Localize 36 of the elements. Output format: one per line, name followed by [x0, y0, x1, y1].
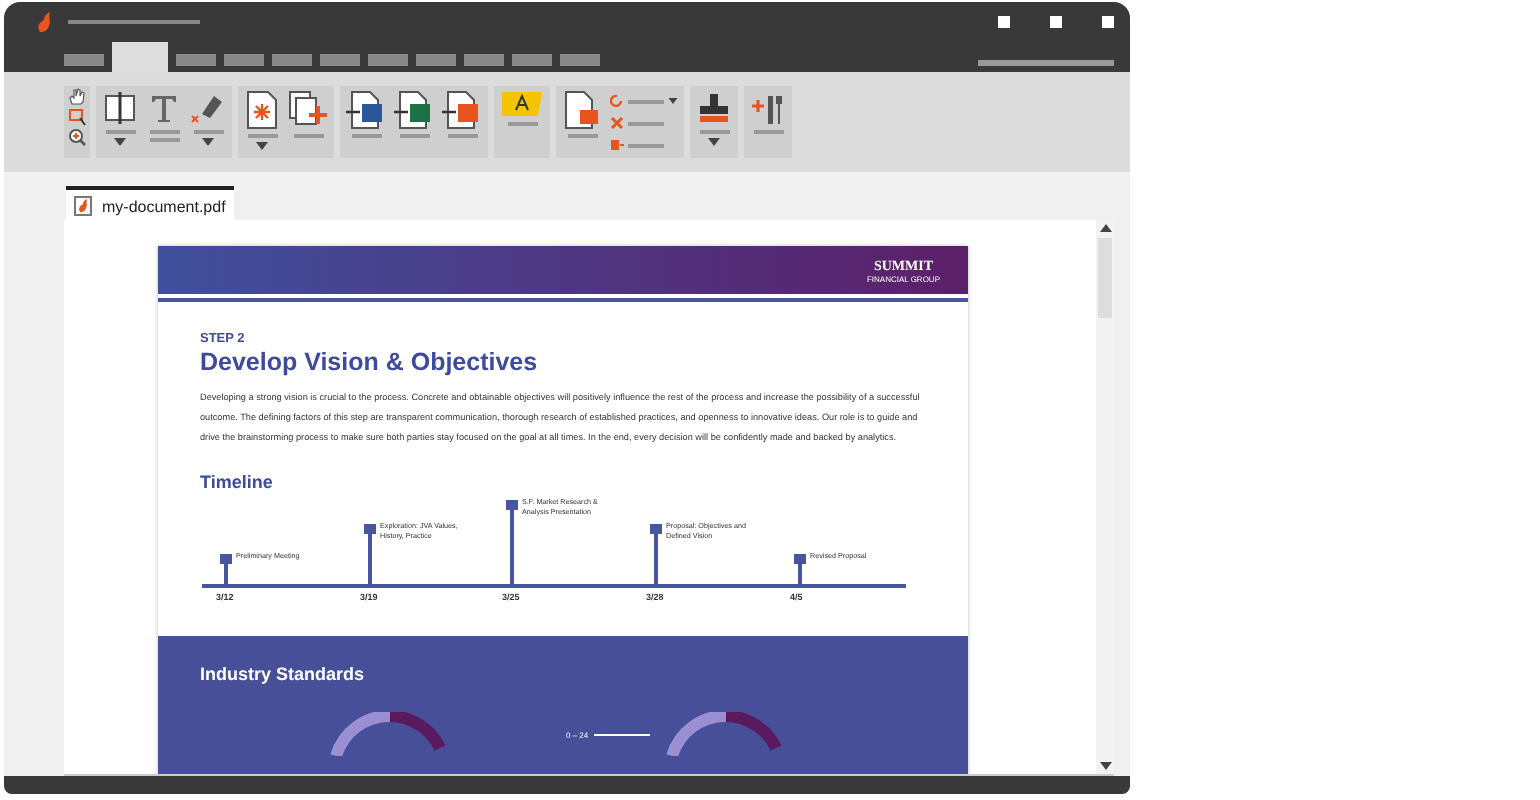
timeline-marker [798, 554, 802, 584]
legend-line [594, 733, 651, 735]
export-document-icon[interactable] [562, 90, 602, 130]
page-heading: Develop Vision & Objectives [200, 348, 540, 376]
caret-icon[interactable] [708, 138, 720, 146]
zoom-icon[interactable] [68, 128, 86, 146]
highlight-icon[interactable] [500, 90, 544, 118]
pdf-file-icon [74, 196, 92, 216]
to-powerpoint-icon[interactable] [442, 90, 482, 130]
timeline-marker [368, 524, 372, 584]
scroll-thumb[interactable] [1098, 238, 1112, 318]
timeline-marker [510, 500, 514, 584]
caret-icon[interactable] [114, 138, 126, 146]
search-placeholder-bar [978, 60, 1114, 66]
document-tab[interactable]: my-document.pdf [66, 186, 234, 220]
tools-icon[interactable] [750, 90, 786, 126]
timeline-marker [654, 524, 658, 584]
timeline-heading: Timeline [200, 472, 275, 492]
scroll-up-icon[interactable] [1099, 224, 1111, 232]
hand-icon[interactable] [68, 88, 86, 106]
stamp-icon[interactable] [696, 90, 732, 126]
to-excel-icon[interactable] [394, 90, 434, 130]
add-pages-icon[interactable] [288, 90, 328, 130]
text-column-icon[interactable] [102, 90, 138, 126]
text-tool-icon[interactable] [146, 90, 182, 126]
caret-icon[interactable] [202, 138, 214, 146]
section-heading: Industry Standards [200, 664, 367, 684]
caret-icon[interactable] [256, 142, 268, 150]
new-document-icon[interactable] [244, 90, 280, 130]
crop-select-icon[interactable] [68, 108, 86, 126]
pen-icon[interactable] [190, 90, 226, 126]
caret-icon[interactable] [668, 98, 678, 104]
flame-logo-icon [36, 12, 52, 32]
to-word-icon[interactable] [346, 90, 386, 130]
scroll-down-icon[interactable] [1099, 762, 1111, 770]
timeline-marker [224, 554, 228, 584]
